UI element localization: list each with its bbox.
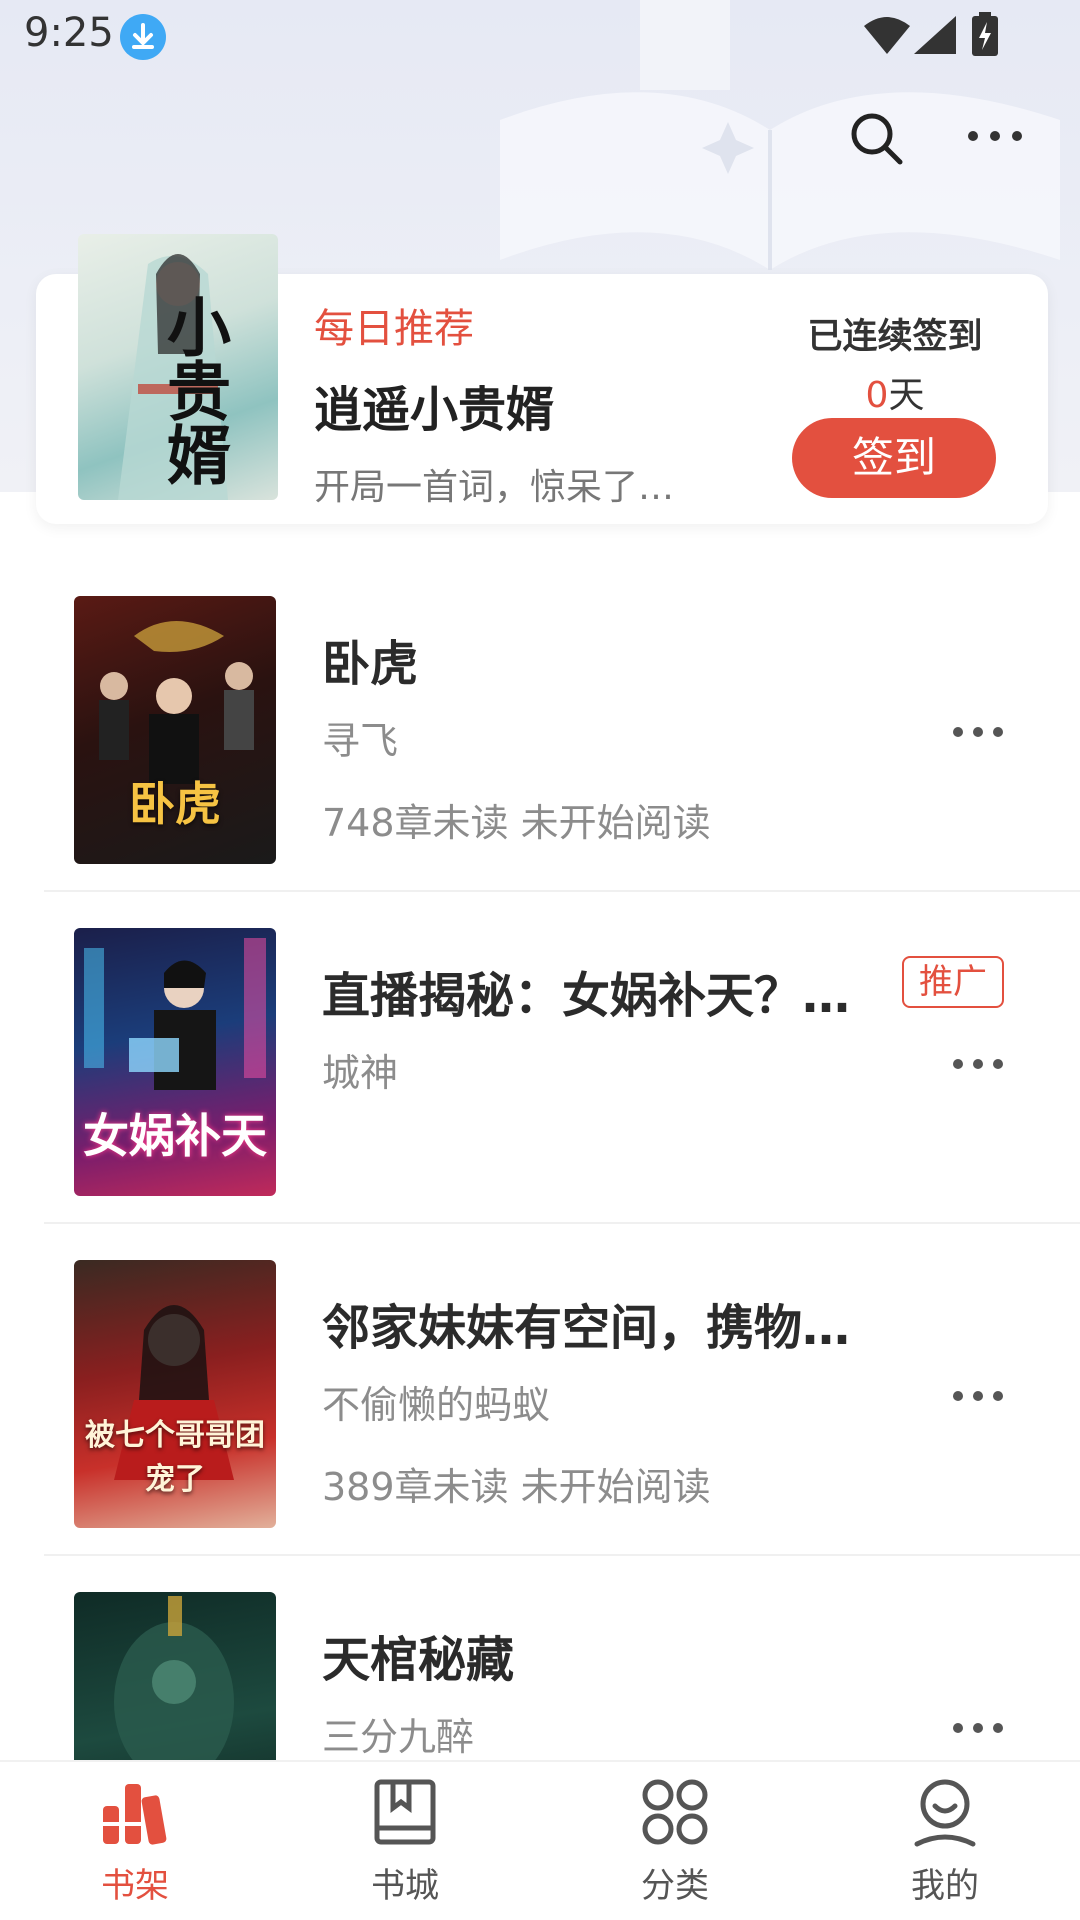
search-icon[interactable] [848, 110, 904, 166]
book-cover[interactable]: 被七个哥哥团宠了 [74, 1260, 276, 1528]
book-row[interactable]: 被七个哥哥团宠了 邻家妹妹有空间，携物… 不偷懒的蚂蚁 389章未读 未开始阅读 [0, 1224, 1080, 1556]
more-options-icon[interactable] [965, 116, 1025, 156]
more-options-icon[interactable] [950, 1716, 1006, 1740]
more-options-icon[interactable] [950, 1384, 1006, 1408]
book-title: 邻家妹妹有空间，携物… [322, 1300, 851, 1356]
checkin-streak-label: 已连续签到 [807, 317, 983, 357]
more-options-icon[interactable] [950, 720, 1006, 744]
book-cover[interactable]: 女娲补天 [74, 928, 276, 1196]
cover-title: 被七个哥哥团宠了 [85, 1418, 265, 1497]
daily-book-title[interactable]: 逍遥小贵婿 [314, 370, 554, 440]
daily-book-desc: 开局一首词，惊呆了… [314, 467, 674, 508]
book-title: 直播揭秘：女娲补天？… [322, 968, 851, 1024]
nav-label: 书架 [101, 1866, 169, 1906]
book-author: 不偷懒的蚂蚁 [322, 1383, 551, 1427]
book-author: 城神 [322, 1051, 399, 1095]
wifi-icon [864, 17, 910, 54]
nav-label: 分类 [641, 1866, 709, 1906]
book-title: 天棺秘藏 [322, 1632, 515, 1688]
more-options-icon[interactable] [950, 1052, 1006, 1076]
daily-cover-title: 小贵婿 [156, 294, 231, 486]
book-title: 卧虎 [322, 636, 419, 692]
battery-icon [972, 12, 998, 56]
nav-profile[interactable]: 我的 [865, 1762, 1025, 1920]
nav-bookstore[interactable]: 书城 [325, 1762, 485, 1920]
book-progress: 748章未读 未开始阅读 [322, 801, 711, 845]
book-progress: 389章未读 未开始阅读 [322, 1465, 711, 1509]
promo-badge: 推广 [902, 956, 1004, 1008]
book-cover[interactable]: 卧虎 [74, 596, 276, 864]
nav-category[interactable]: 分类 [595, 1762, 755, 1920]
nav-bookshelf[interactable]: 书架 [55, 1762, 215, 1920]
book-row[interactable]: 女娲补天 直播揭秘：女娲补天？… 推广 城神 [0, 892, 1080, 1224]
category-icon [642, 1779, 708, 1845]
cover-title: 女娲补天 [83, 1109, 267, 1163]
nav-label: 书城 [371, 1866, 439, 1906]
bookstore-icon [374, 1779, 436, 1845]
bookshelf-icon [103, 1784, 167, 1845]
bottom-nav: 书架 书城 分类 我的 [0, 1760, 1080, 1920]
profile-icon [914, 1779, 976, 1847]
status-bar: 9:25 [0, 0, 1080, 72]
nav-label: 我的 [911, 1866, 979, 1906]
status-time: 9:25 [24, 10, 114, 56]
daily-book-cover[interactable]: 小贵婿 [78, 234, 278, 500]
book-row[interactable]: 卧虎 卧虎 寻飞 748章未读 未开始阅读 [0, 560, 1080, 892]
book-author: 三分九醉 [322, 1715, 475, 1759]
checkin-days-number: 0 [865, 375, 889, 416]
download-icon [120, 14, 166, 60]
checkin-button[interactable]: 签到 [792, 418, 996, 498]
cover-title: 卧虎 [129, 777, 221, 831]
daily-recommend-label: 每日推荐 [314, 306, 474, 352]
signal-icon [914, 16, 956, 54]
checkin-days-unit: 天 [888, 375, 925, 416]
book-author: 寻飞 [322, 719, 399, 763]
checkin-streak-count: 0天 [780, 366, 1010, 418]
